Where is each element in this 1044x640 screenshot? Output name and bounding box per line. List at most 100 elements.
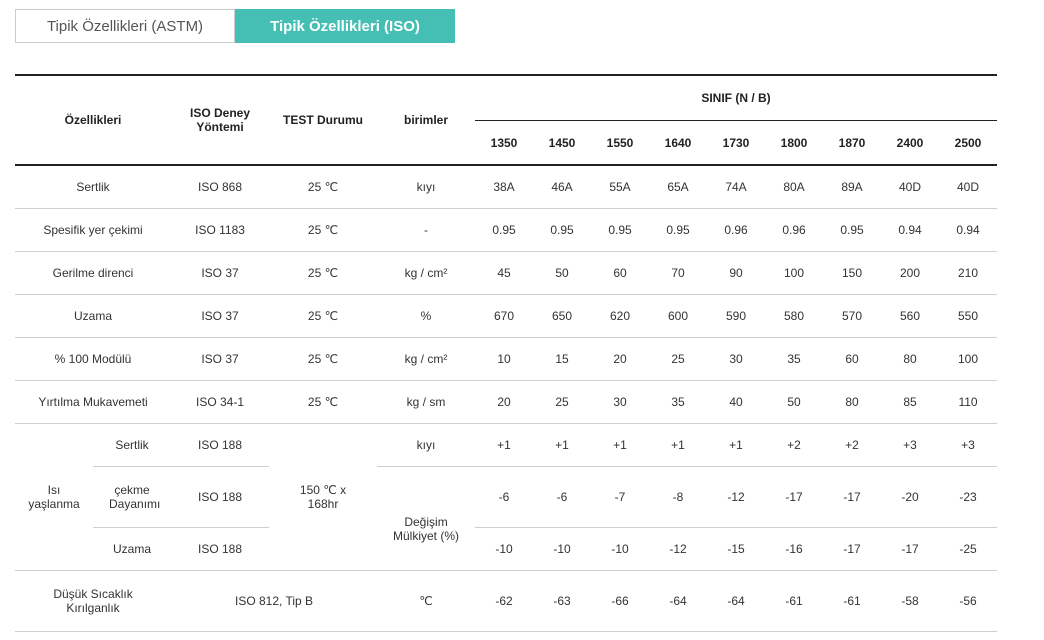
row-value: 110: [939, 380, 998, 424]
row-value: 10: [475, 337, 534, 381]
row-value: 80: [881, 337, 940, 381]
header-method: ISO Deney Yöntemi: [171, 74, 270, 166]
header-grade: 1640: [649, 120, 708, 166]
row-unit: kg / cm²: [377, 251, 476, 295]
row-property: Spesifik yer çekimi: [15, 208, 172, 252]
row-value: -10: [475, 527, 534, 571]
row-value: 35: [649, 380, 708, 424]
row-method: ISO 812, Tip B: [171, 570, 378, 632]
row-value: -20: [881, 466, 940, 528]
row-unit: kıyı: [377, 165, 476, 209]
row-test-condition: 25 ℃: [269, 337, 378, 381]
row-value: 85: [881, 380, 940, 424]
row-value: 30: [591, 380, 650, 424]
row-value: 50: [533, 251, 592, 295]
row-unit: %: [377, 294, 476, 338]
row-value: -61: [765, 570, 824, 632]
row-value: 100: [765, 251, 824, 295]
row-value: -56: [939, 570, 998, 632]
row-test-condition: 25 ℃: [269, 165, 378, 209]
tab-iso[interactable]: Tipik Özellikleri (ISO): [235, 9, 455, 43]
row-test-condition: 25 ℃: [269, 251, 378, 295]
row-value: 35: [765, 337, 824, 381]
tab-astm[interactable]: Tipik Özellikleri (ASTM): [15, 9, 235, 43]
table-row: Uzama ISO 188 -10 -10 -10 -12 -15 -16 -17 -17 -25: [15, 527, 998, 571]
row-value: -17: [823, 466, 882, 528]
header-grade: 1870: [823, 120, 882, 166]
header-properties: Özellikleri: [15, 74, 172, 166]
row-value: 580: [765, 294, 824, 338]
aging-unit-change: Değişim Mülkiyet (%): [377, 466, 476, 571]
row-value: +1: [649, 423, 708, 467]
row-value: 670: [475, 294, 534, 338]
row-property: Düşük Sıcaklık Kırılganlık: [15, 570, 172, 632]
row-value: -17: [823, 527, 882, 571]
row-value: 550: [939, 294, 998, 338]
row-value: 100: [939, 337, 998, 381]
row-value: 0.95: [591, 208, 650, 252]
row-value: 46A: [533, 165, 592, 209]
table-row: Yırtılma Mukavemeti ISO 34-1 25 ℃ kg / sm 20…: [15, 380, 998, 424]
row-value: 0.95: [649, 208, 708, 252]
row-value: 20: [475, 380, 534, 424]
row-value: -61: [823, 570, 882, 632]
row-method: ISO 37: [171, 251, 270, 295]
row-value: 650: [533, 294, 592, 338]
row-value: 40: [707, 380, 766, 424]
row-value: -8: [649, 466, 708, 528]
header-grade: 2500: [939, 120, 998, 166]
row-property: Sertlik: [15, 165, 172, 209]
table-row: Spesifik yer çekimi ISO 1183 25 ℃ -0.95 0.95…: [15, 208, 998, 252]
row-value: -10: [533, 527, 592, 571]
aging-sub-property: Uzama: [93, 527, 172, 571]
row-value: 45: [475, 251, 534, 295]
row-value: 0.96: [765, 208, 824, 252]
header-grade: 1800: [765, 120, 824, 166]
row-value: +1: [707, 423, 766, 467]
row-value: -15: [707, 527, 766, 571]
table-row: Uzama ISO 37 25 ℃% 670 650 620 600 590 580 570 560…: [15, 294, 998, 338]
header-units: birimler: [377, 74, 476, 166]
row-value: -64: [707, 570, 766, 632]
aging-group-label: Isı yaşlanma: [15, 423, 93, 571]
row-value: 210: [939, 251, 998, 295]
header-grade: 1350: [475, 120, 534, 166]
row-value: 0.94: [939, 208, 998, 252]
header-grade: 1450: [533, 120, 592, 166]
table-row: çekme Dayanımı ISO 188 Değişim Mülkiyet (%…: [15, 466, 998, 571]
table-row: % 100 Modülü ISO 37 25 ℃ kg / cm² 10 15 20 25 30…: [15, 337, 998, 381]
row-property: Uzama: [15, 294, 172, 338]
table-row: Düşük Sıcaklık Kırılganlık ISO 812, Tip B…: [15, 570, 998, 632]
row-value: -23: [939, 466, 998, 528]
row-value: 80A: [765, 165, 824, 209]
row-unit: ℃: [377, 570, 476, 632]
row-value: 600: [649, 294, 708, 338]
row-value: 15: [533, 337, 592, 381]
row-unit: kg / cm²: [377, 337, 476, 381]
row-value: -62: [475, 570, 534, 632]
row-value: 55A: [591, 165, 650, 209]
row-value: -63: [533, 570, 592, 632]
row-value: 60: [823, 337, 882, 381]
row-value: 590: [707, 294, 766, 338]
row-value: 0.94: [881, 208, 940, 252]
row-value: -7: [591, 466, 650, 528]
header-grade: 1550: [591, 120, 650, 166]
row-value: -17: [881, 527, 940, 571]
row-value: 0.95: [475, 208, 534, 252]
row-value: 74A: [707, 165, 766, 209]
row-value: +1: [591, 423, 650, 467]
row-test-condition: 25 ℃: [269, 208, 378, 252]
table-row: Gerilme direnci ISO 37 25 ℃ kg / cm² 45 50 60 7…: [15, 251, 998, 295]
row-property: Yırtılma Mukavemeti: [15, 380, 172, 424]
row-method: ISO 34-1: [171, 380, 270, 424]
row-value: -10: [591, 527, 650, 571]
row-unit: -: [377, 208, 476, 252]
row-value: 0.95: [823, 208, 882, 252]
row-test-condition: 25 ℃: [269, 380, 378, 424]
row-value: 25: [533, 380, 592, 424]
header-grade: 2400: [881, 120, 940, 166]
row-value: +2: [765, 423, 824, 467]
row-value: 89A: [823, 165, 882, 209]
row-value: -6: [475, 466, 534, 528]
